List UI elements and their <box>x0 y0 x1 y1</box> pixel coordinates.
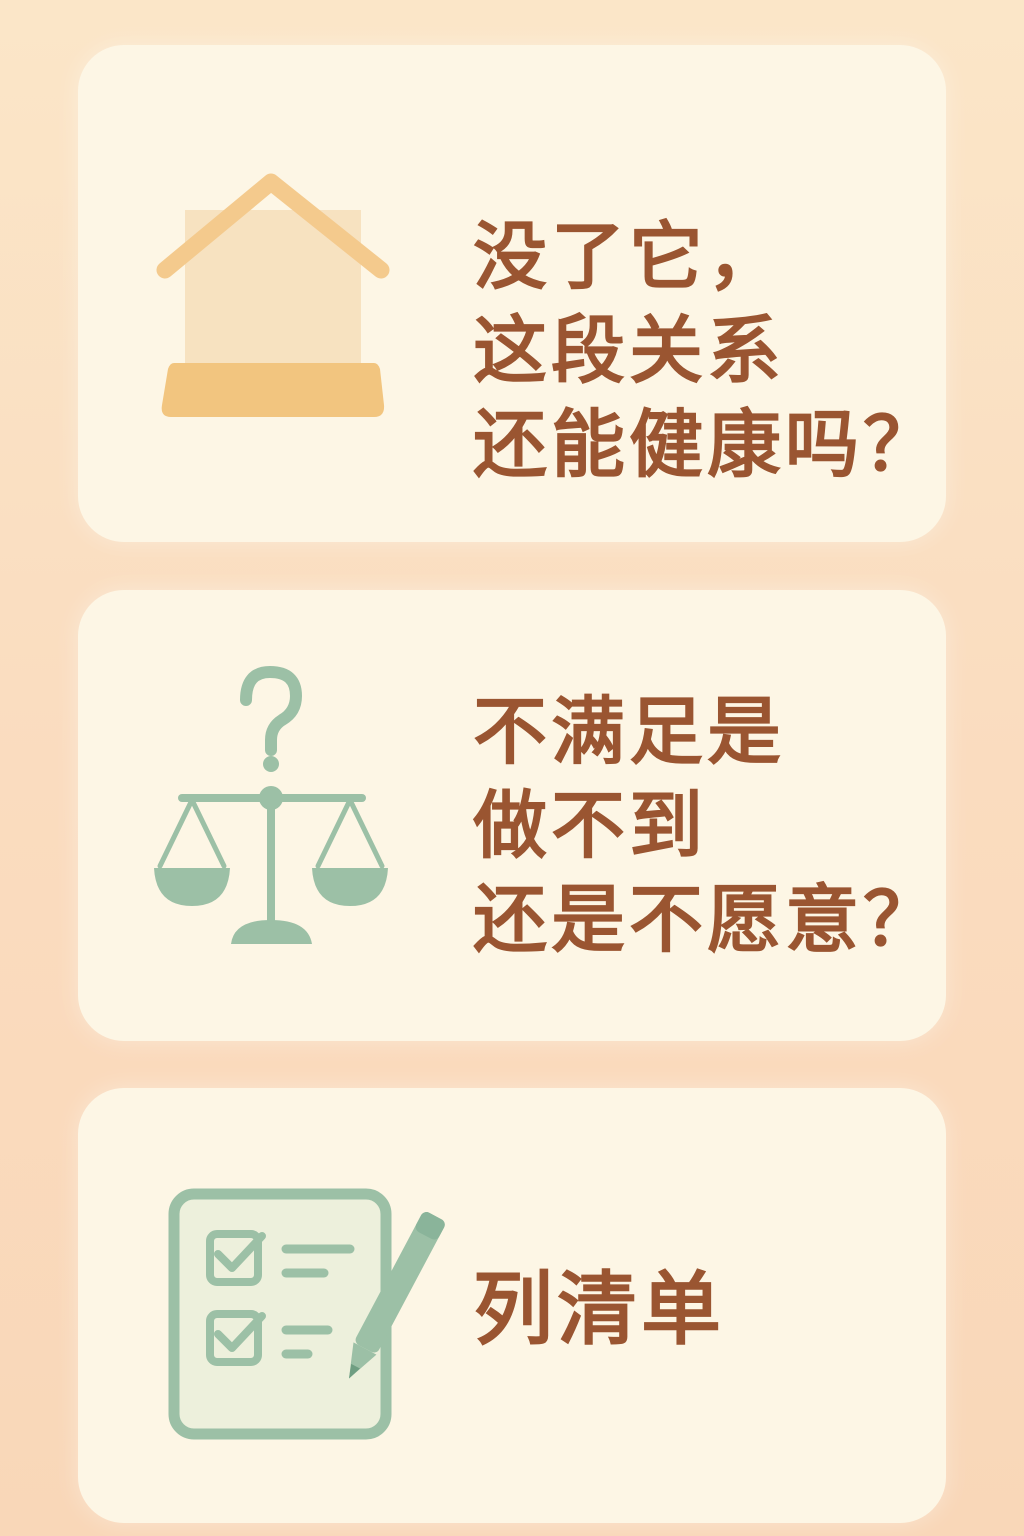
card-checklist: 列清单 <box>78 1088 946 1523</box>
card-1-title: 没了它， 这段关系 还能健康吗？ <box>473 210 941 492</box>
card-1-line-1: 没了它， <box>473 214 785 300</box>
card-1-line-3: 还能健康吗？ <box>473 402 941 488</box>
card-2-line-3: 还是不愿意？ <box>473 877 941 963</box>
card-3-line-1: 列清单 <box>473 1263 725 1356</box>
card-3-title: 列清单 <box>473 1263 725 1357</box>
scale-question-icon <box>154 666 388 944</box>
card-house: 没了它， 这段关系 还能健康吗？ <box>78 45 946 542</box>
card-2-line-1: 不满足是 <box>473 689 785 775</box>
house-icon <box>156 173 390 417</box>
card-2-line-2: 做不到 <box>473 783 707 869</box>
checklist-pen-icon <box>168 1188 445 1440</box>
card-1-line-2: 这段关系 <box>473 308 785 394</box>
card-2-title: 不满足是 做不到 还是不愿意？ <box>473 685 941 967</box>
card-scale: 不满足是 做不到 还是不愿意？ <box>78 590 946 1041</box>
